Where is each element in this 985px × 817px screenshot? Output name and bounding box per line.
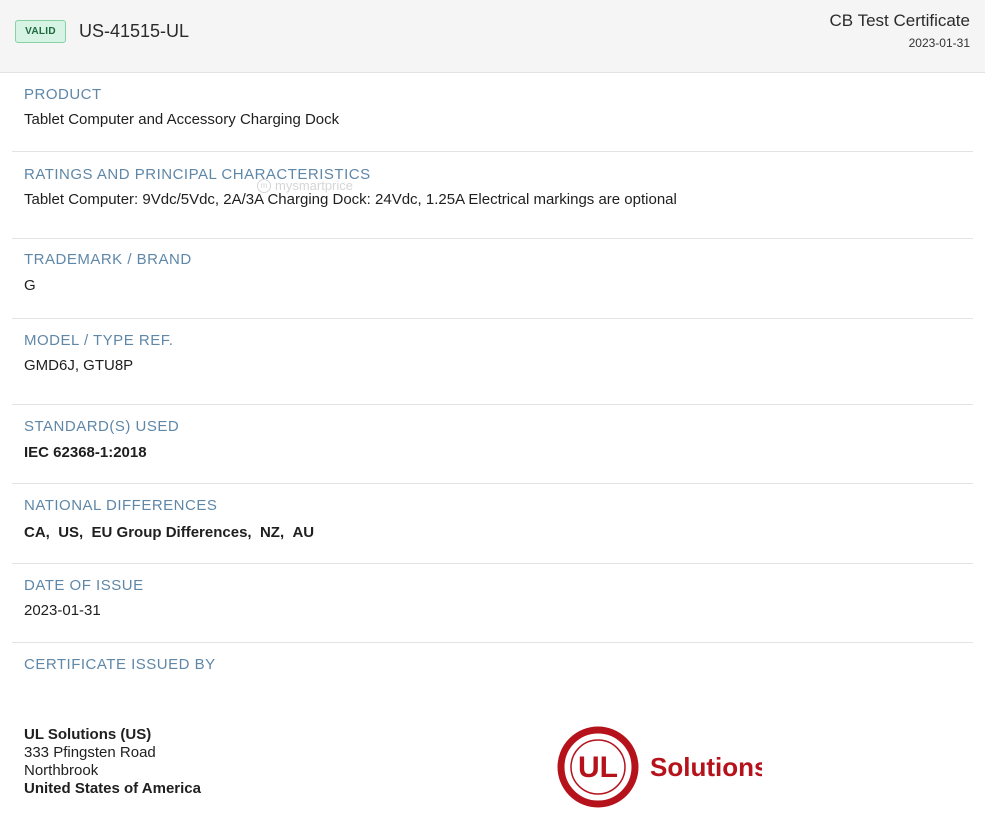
issuer-country: United States of America [24,780,201,797]
date-of-issue-label: DATE OF ISSUE [24,577,144,594]
ratings-section: RATINGS AND PRINCIPAL CHARACTERISTICS Ta… [12,152,973,239]
certificate-date: 2023-01-31 [908,36,970,50]
certificate-id: US-41515-UL [79,21,190,41]
national-difference-item: EU Group Differences [91,524,248,541]
watermark-icon: m [257,178,271,193]
product-value: Tablet Computer and Accessory Charging D… [24,111,340,128]
separator: , [247,524,260,541]
national-difference-item: US [58,524,80,541]
standards-label: STANDARD(S) USED [24,418,180,435]
certificate-header: VALID US-41515-UL CB Test Certificate 20… [0,0,985,73]
trademark-label: TRADEMARK / BRAND [24,251,192,268]
trademark-value: G [24,277,36,294]
national-difference-item: NZ [259,524,280,541]
national-difference-item: AU [292,524,315,541]
product-section: PRODUCT Tablet Computer and Accessory Ch… [12,72,973,152]
logo-text: Solutions [650,752,762,782]
standards-value: IEC 62368-1:2018 [24,444,147,461]
separator: , [279,524,293,541]
logo-mark: UL [578,751,618,784]
model-section: MODEL / TYPE REF. GMD6J, GTU8P [12,319,973,405]
certificate-type: CB Test Certificate [829,11,970,30]
issuer-street: 333 Pfingsten Road [24,744,156,761]
separator: , [79,524,92,541]
national-differences-label: NATIONAL DIFFERENCES [24,497,218,514]
issuer-address: UL Solutions (US) 333 Pfingsten Road Nor… [24,726,201,798]
ratings-value: Tablet Computer: 9Vdc/5Vdc, 2A/3A Chargi… [24,191,677,208]
national-difference-item: CA [24,524,46,541]
model-value: GMD6J, GTU8P [24,357,134,374]
issuer-city: Northbrook [24,762,99,779]
issued-by-label: CERTIFICATE ISSUED BY [24,656,216,673]
date-of-issue-value: 2023-01-31 [24,602,101,619]
standards-section: STANDARD(S) USED IEC 62368-1:2018 [12,405,973,484]
separator: , [45,524,59,541]
model-label: MODEL / TYPE REF. [24,332,174,349]
date-of-issue-section: DATE OF ISSUE 2023-01-31 [12,564,973,643]
status-badge: VALID [15,20,66,43]
national-differences-section: NATIONAL DIFFERENCES CA, US, EU Group Di… [12,484,973,564]
trademark-section: TRADEMARK / BRAND G [12,239,973,319]
watermark-text: mysmartprice [275,178,354,193]
certificate-page: VALID US-41515-UL CB Test Certificate 20… [0,0,985,817]
national-differences-list: CA, US, EU Group Differences, NZ, AU [24,524,314,541]
watermark: m mysmartprice [257,178,353,193]
ul-solutions-logo: UL Solutions [557,726,762,808]
product-label: PRODUCT [24,86,102,103]
issuer-name: UL Solutions (US) [24,726,152,743]
